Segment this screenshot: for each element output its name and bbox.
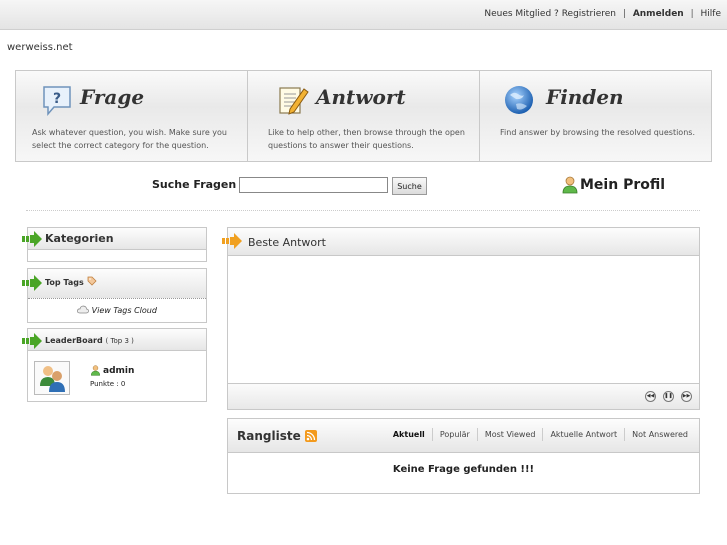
- best-answer-controls: ◀◀ ❚❚ ▶▶: [228, 383, 699, 409]
- hero-panel: ? Frage Ask whatever question, you wish.…: [15, 70, 712, 162]
- help-link[interactable]: Hilfe: [701, 9, 721, 19]
- cloud-icon: [77, 305, 90, 314]
- profile-label: Mein Profil: [580, 177, 666, 193]
- search-input[interactable]: [239, 177, 388, 193]
- tag-icon: [87, 276, 97, 286]
- pause-button[interactable]: ❚❚: [663, 391, 674, 402]
- next-button[interactable]: ▶▶: [681, 391, 692, 402]
- tab-most-viewed[interactable]: Most Viewed: [476, 428, 543, 441]
- hero-desc-antwort: Like to help other, then browse through …: [268, 128, 465, 150]
- best-answer-title: Beste Antwort: [248, 236, 326, 249]
- tags-box: Top Tags View Tags Cloud: [22, 268, 207, 323]
- hero-title-finden: Finden: [546, 85, 624, 109]
- notepad-pencil-icon: [279, 87, 309, 115]
- nav-separator: |: [622, 9, 626, 19]
- nav-separator: |: [690, 9, 694, 19]
- prev-button[interactable]: ◀◀: [645, 391, 656, 402]
- top-nav: Neues Mitglied ? Registrieren | Anmelden…: [484, 9, 721, 19]
- tab-aktuelle-antwort[interactable]: Aktuelle Antwort: [542, 428, 624, 441]
- ranking-box: Rangliste Aktuell Populär Most Viewed Ak…: [227, 418, 700, 494]
- top-bar: Neues Mitglied ? Registrieren | Anmelden…: [0, 0, 727, 30]
- user-icon: [562, 176, 578, 194]
- hero-title-frage: Frage: [80, 85, 145, 109]
- leaderboard-header: LeaderBoard ( Top 3 ): [22, 329, 206, 351]
- search-row: Suche Fragen : Suche Mein Profil: [0, 176, 727, 197]
- search-label: Suche Fragen :: [152, 178, 245, 191]
- best-answer-box: Beste Antwort ◀◀ ❚❚ ▶▶: [222, 227, 700, 410]
- leader-points: Punkte : 0: [90, 380, 126, 388]
- divider: [26, 210, 700, 211]
- tags-header: Top Tags: [22, 269, 206, 299]
- globe-icon: [505, 86, 533, 114]
- ranking-header: Rangliste Aktuell Populär Most Viewed Ak…: [228, 419, 699, 453]
- ranking-title: Rangliste: [237, 429, 317, 443]
- hero-antwort[interactable]: Antwort Like to help other, then browse …: [248, 71, 480, 161]
- green-arrow-icon: [22, 333, 42, 349]
- leaderboard-title-text: LeaderBoard: [45, 336, 103, 345]
- avatar[interactable]: [34, 361, 70, 395]
- new-member-text: Neues Mitglied ?: [484, 9, 559, 19]
- tags-title: Top Tags: [45, 276, 97, 287]
- hero-desc-finden: Find answer by browsing the resolved que…: [500, 128, 695, 137]
- rss-icon[interactable]: [304, 430, 317, 442]
- site-name[interactable]: werweiss.net: [7, 42, 73, 53]
- tags-title-text: Top Tags: [45, 278, 84, 287]
- tab-populaer[interactable]: Populär: [431, 428, 477, 441]
- orange-arrow-icon: [222, 233, 242, 249]
- register-link[interactable]: Registrieren: [562, 9, 616, 19]
- login-link[interactable]: Anmelden: [633, 9, 684, 19]
- green-arrow-icon: [22, 275, 42, 291]
- empty-message: Keine Frage gefunden !!!: [392, 464, 535, 475]
- svg-text:?: ?: [53, 91, 61, 107]
- tags-cloud-label: View Tags Cloud: [91, 306, 157, 315]
- tab-aktuell[interactable]: Aktuell: [386, 428, 432, 441]
- leader-name-text: admin: [103, 365, 135, 376]
- ranking-tabs: Aktuell Populär Most Viewed Aktuelle Ant…: [386, 428, 695, 441]
- leaderboard-subtitle: ( Top 3 ): [105, 337, 134, 345]
- leader-entry-name[interactable]: admin: [90, 365, 134, 376]
- categories-header[interactable]: Kategorien: [22, 228, 206, 250]
- ranking-title-text: Rangliste: [237, 429, 301, 443]
- profile-link[interactable]: Mein Profil: [562, 176, 665, 194]
- tab-not-answered[interactable]: Not Answered: [624, 428, 695, 441]
- search-button[interactable]: Suche: [392, 177, 427, 195]
- hero-title-antwort: Antwort: [316, 85, 406, 109]
- hero-frage[interactable]: ? Frage Ask whatever question, you wish.…: [16, 71, 248, 161]
- green-arrow-icon: [22, 231, 42, 247]
- categories-box: Kategorien: [22, 227, 207, 262]
- hero-desc-frage: Ask whatever question, you wish. Make su…: [32, 128, 227, 150]
- categories-title: Kategorien: [45, 232, 114, 245]
- users-icon: [40, 366, 65, 392]
- hero-finden[interactable]: Finden Find answer by browsing the resol…: [480, 71, 711, 161]
- leaderboard-title: LeaderBoard ( Top 3 ): [45, 336, 134, 345]
- question-bubble-icon: ?: [43, 86, 71, 117]
- user-icon: [90, 365, 101, 376]
- tags-cloud-link[interactable]: View Tags Cloud: [28, 305, 206, 315]
- leaderboard-box: LeaderBoard ( Top 3 ) admin Punkte : 0: [22, 328, 207, 402]
- best-answer-header: Beste Antwort: [222, 228, 699, 256]
